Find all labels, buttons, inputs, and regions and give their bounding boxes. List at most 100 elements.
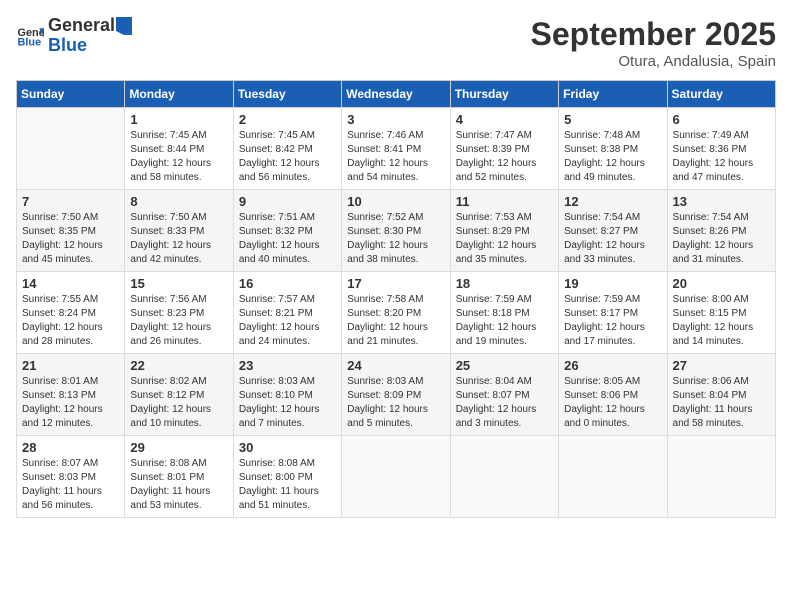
day-number: 12 [564,194,661,209]
day-number: 11 [456,194,553,209]
day-number: 13 [673,194,770,209]
day-info: Sunrise: 8:06 AM Sunset: 8:04 PM Dayligh… [673,375,770,431]
calendar-cell: 3Sunrise: 7:46 AM Sunset: 8:41 PM Daylig… [342,108,450,190]
day-info: Sunrise: 7:54 AM Sunset: 8:27 PM Dayligh… [564,211,661,267]
day-info: Sunrise: 7:58 AM Sunset: 8:20 PM Dayligh… [347,293,444,349]
calendar-cell: 22 Sunrise: 8:02 AM Sunset: 8:12 PM Dayli… [125,354,233,436]
day-number: 16 [239,276,336,291]
day-info: Sunrise: 7:51 AM Sunset: 8:32 PM Dayligh… [239,211,336,267]
calendar-cell: 25 Sunrise: 8:04 AM Sunset: 8:07 PM Dayli… [450,354,558,436]
week-row-3: 14 Sunrise: 7:55 AM Sunset: 8:24 PM Dayli… [17,272,776,354]
day-info: Sunrise: 7:56 AM Sunset: 8:23 PM Dayligh… [130,293,227,349]
svg-text:Blue: Blue [18,36,42,48]
day-info: Sunrise: 7:52 AM Sunset: 8:30 PM Dayligh… [347,211,444,267]
calendar-cell [667,436,775,518]
weekday-header-wednesday: Wednesday [342,81,450,108]
day-info: Sunrise: 7:59 AM Sunset: 8:18 PM Dayligh… [456,293,553,349]
day-info: Sunrise: 8:03 AM Sunset: 8:10 PM Dayligh… [239,375,336,431]
day-number: 30 [239,440,336,455]
calendar-cell: 18Sunrise: 7:59 AM Sunset: 8:18 PM Dayli… [450,272,558,354]
day-info: Sunrise: 7:59 AM Sunset: 8:17 PM Dayligh… [564,293,661,349]
calendar-cell: 1 Sunrise: 7:45 AM Sunset: 8:44 PM Daylig… [125,108,233,190]
calendar-cell: 13 Sunrise: 7:54 AM Sunset: 8:26 PM Dayli… [667,190,775,272]
day-info: Sunrise: 7:49 AM Sunset: 8:36 PM Dayligh… [673,129,770,185]
calendar-cell: 6 Sunrise: 7:49 AM Sunset: 8:36 PM Daylig… [667,108,775,190]
day-number: 10 [347,194,444,209]
day-number: 19 [564,276,661,291]
calendar-cell: 2 Sunrise: 7:45 AM Sunset: 8:42 PM Daylig… [233,108,341,190]
location: Otura, Andalusia, Spain [531,53,776,70]
calendar-cell: 26Sunrise: 8:05 AM Sunset: 8:06 PM Dayli… [559,354,667,436]
day-info: Sunrise: 8:04 AM Sunset: 8:07 PM Dayligh… [456,375,553,431]
calendar-cell: 17 Sunrise: 7:58 AM Sunset: 8:20 PM Dayli… [342,272,450,354]
week-row-5: 28 Sunrise: 8:07 AM Sunset: 8:03 PM Dayli… [17,436,776,518]
weekday-header-saturday: Saturday [667,81,775,108]
day-number: 3 [347,112,444,127]
day-number: 26 [564,358,661,373]
day-info: Sunrise: 8:07 AM Sunset: 8:03 PM Dayligh… [22,457,119,513]
calendar-cell: 29 Sunrise: 8:08 AM Sunset: 8:01 PM Dayli… [125,436,233,518]
calendar-cell: 14 Sunrise: 7:55 AM Sunset: 8:24 PM Dayli… [17,272,125,354]
calendar-cell: 15 Sunrise: 7:56 AM Sunset: 8:23 PM Dayli… [125,272,233,354]
day-info: Sunrise: 7:55 AM Sunset: 8:24 PM Dayligh… [22,293,119,349]
day-info: Sunrise: 8:00 AM Sunset: 8:15 PM Dayligh… [673,293,770,349]
day-number: 29 [130,440,227,455]
day-info: Sunrise: 8:03 AM Sunset: 8:09 PM Dayligh… [347,375,444,431]
calendar-cell: 19 Sunrise: 7:59 AM Sunset: 8:17 PM Dayli… [559,272,667,354]
day-info: Sunrise: 8:08 AM Sunset: 8:01 PM Dayligh… [130,457,227,513]
calendar-cell: 23 Sunrise: 8:03 AM Sunset: 8:10 PM Dayli… [233,354,341,436]
week-row-1: 1 Sunrise: 7:45 AM Sunset: 8:44 PM Daylig… [17,108,776,190]
calendar-cell: 11 Sunrise: 7:53 AM Sunset: 8:29 PM Dayli… [450,190,558,272]
day-info: Sunrise: 7:48 AM Sunset: 8:38 PM Dayligh… [564,129,661,185]
weekday-header-tuesday: Tuesday [233,81,341,108]
day-info: Sunrise: 7:54 AM Sunset: 8:26 PM Dayligh… [673,211,770,267]
day-number: 14 [22,276,119,291]
day-number: 1 [130,112,227,127]
title-block: September 2025 Otura, Andalusia, Spain [531,16,776,70]
day-number: 28 [22,440,119,455]
logo-text: General [48,16,133,36]
logo-blue-text: Blue [48,36,133,56]
day-number: 25 [456,358,553,373]
calendar-cell: 5Sunrise: 7:48 AM Sunset: 8:38 PM Daylig… [559,108,667,190]
day-number: 2 [239,112,336,127]
calendar-cell: 27 Sunrise: 8:06 AM Sunset: 8:04 PM Dayli… [667,354,775,436]
weekday-header-friday: Friday [559,81,667,108]
month-title: September 2025 [531,16,776,53]
calendar-cell [559,436,667,518]
day-number: 6 [673,112,770,127]
calendar-cell: 4Sunrise: 7:47 AM Sunset: 8:39 PM Daylig… [450,108,558,190]
day-number: 21 [22,358,119,373]
day-info: Sunrise: 7:50 AM Sunset: 8:33 PM Dayligh… [130,211,227,267]
page-header: General Blue General Blue September 2025… [16,16,776,70]
day-number: 27 [673,358,770,373]
logo-arrow [116,17,132,35]
day-info: Sunrise: 8:02 AM Sunset: 8:12 PM Dayligh… [130,375,227,431]
day-number: 17 [347,276,444,291]
day-info: Sunrise: 8:08 AM Sunset: 8:00 PM Dayligh… [239,457,336,513]
calendar-cell: 28 Sunrise: 8:07 AM Sunset: 8:03 PM Dayli… [17,436,125,518]
weekday-header-thursday: Thursday [450,81,558,108]
day-number: 23 [239,358,336,373]
day-number: 15 [130,276,227,291]
logo-icon: General Blue [16,22,44,50]
calendar-cell: 30 Sunrise: 8:08 AM Sunset: 8:00 PM Dayli… [233,436,341,518]
calendar-table: SundayMondayTuesdayWednesdayThursdayFrid… [16,80,776,518]
calendar-cell: 20Sunrise: 8:00 AM Sunset: 8:15 PM Dayli… [667,272,775,354]
day-info: Sunrise: 7:53 AM Sunset: 8:29 PM Dayligh… [456,211,553,267]
calendar-cell [342,436,450,518]
day-number: 7 [22,194,119,209]
calendar-cell [17,108,125,190]
day-info: Sunrise: 7:47 AM Sunset: 8:39 PM Dayligh… [456,129,553,185]
calendar-cell: 12 Sunrise: 7:54 AM Sunset: 8:27 PM Dayli… [559,190,667,272]
day-info: Sunrise: 7:45 AM Sunset: 8:42 PM Dayligh… [239,129,336,185]
day-info: Sunrise: 7:57 AM Sunset: 8:21 PM Dayligh… [239,293,336,349]
calendar-cell: 10 Sunrise: 7:52 AM Sunset: 8:30 PM Dayli… [342,190,450,272]
week-row-2: 7Sunrise: 7:50 AM Sunset: 8:35 PM Daylig… [17,190,776,272]
weekday-header-monday: Monday [125,81,233,108]
day-info: Sunrise: 7:45 AM Sunset: 8:44 PM Dayligh… [130,129,227,185]
day-number: 22 [130,358,227,373]
logo: General Blue General Blue [16,16,133,56]
calendar-cell [450,436,558,518]
day-number: 24 [347,358,444,373]
